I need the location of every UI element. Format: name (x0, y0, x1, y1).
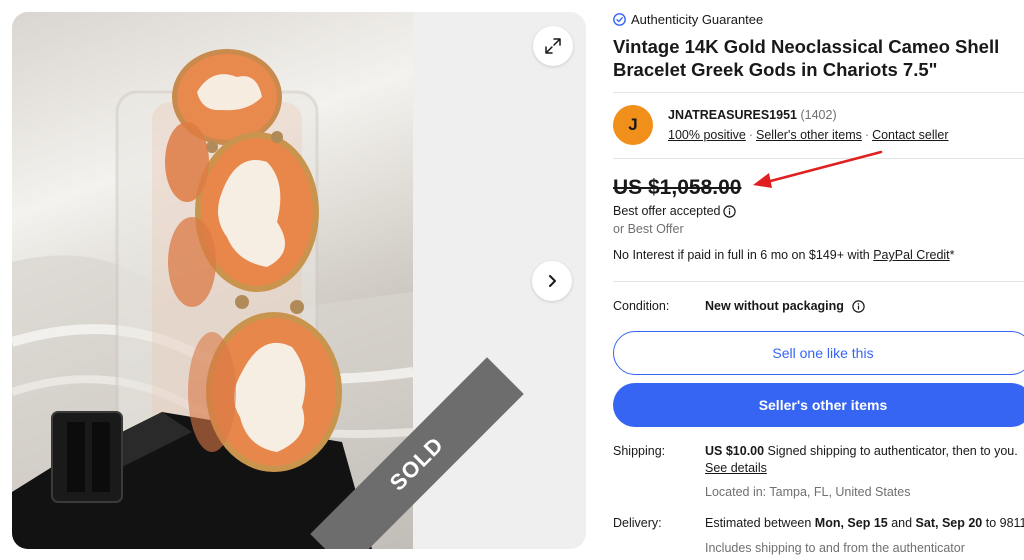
or-best-offer: or Best Offer (613, 222, 684, 236)
contact-seller-link[interactable]: Contact seller (872, 128, 948, 142)
delivery-mid: and (887, 516, 916, 530)
shipping-details: See details (705, 461, 767, 475)
seller-items-label: Seller's other items (758, 397, 888, 413)
seller-other-items-button[interactable]: Seller's other items (613, 383, 1024, 427)
seller-other-items-link[interactable]: Seller's other items (756, 128, 862, 142)
shipping-info: US $10.00 Signed shipping to authenticat… (705, 444, 1018, 458)
image-gallery: SOLD (12, 12, 586, 549)
seller-feedback-count: (1402) (800, 108, 837, 122)
separator: · (748, 128, 753, 142)
sell-one-like-this-button[interactable]: Sell one like this (613, 331, 1024, 375)
seller-card: J JNATREASURES1951 (1402) 100% positive ·… (613, 103, 1024, 147)
sell-one-label: Sell one like this (772, 345, 874, 361)
separator: · (864, 128, 870, 142)
condition-label: Condition: (613, 299, 670, 313)
shipping-label: Shipping: (613, 444, 666, 458)
financing-asterisk: * (949, 248, 955, 262)
divider (613, 92, 1024, 93)
annotation-arrow (753, 150, 883, 188)
delivery-suffix: to 98115 (985, 516, 1024, 530)
delivery-note: Includes shipping to and from the authen… (705, 541, 965, 555)
seller-name[interactable]: JNATREASURES1951 (1402) (668, 108, 837, 122)
info-icon[interactable] (723, 204, 737, 218)
shipping-cost: US $10.00 (705, 444, 765, 458)
delivery-prefix: Estimated between (705, 516, 815, 530)
sold-ribbon-clip: SOLD (12, 12, 586, 549)
condition-text: New without packaging (705, 299, 844, 313)
see-details-link[interactable]: See details (705, 461, 767, 475)
divider (613, 281, 1024, 282)
sold-ribbon: SOLD (310, 357, 524, 549)
seller-positive-link[interactable]: 100% positive (668, 128, 746, 142)
shipping-desc: Signed shipping to authenticator, then t… (764, 444, 1018, 458)
price: US $1,058.00 (613, 176, 742, 199)
seller-links: 100% positive · Seller's other items · Conta… (668, 128, 949, 142)
info-icon[interactable] (852, 299, 865, 313)
best-offer-status: Best offer accepted (613, 204, 737, 218)
listing-title: Vintage 14K Gold Neoclassical Cameo Shel… (613, 36, 1000, 80)
delivery-end: Sat, Sep 20 (915, 516, 983, 530)
item-location: Located in: Tampa, FL, United States (705, 485, 911, 499)
check-badge-icon (613, 13, 626, 26)
paypal-credit-link[interactable]: PayPal Credit (873, 248, 949, 262)
delivery-label: Delivery: (613, 516, 662, 530)
seller-username[interactable]: JNATREASURES1951 (668, 108, 797, 122)
financing-text: No Interest if paid in full in 6 mo on $… (613, 248, 874, 262)
condition-value: New without packaging (705, 299, 865, 313)
authenticity-guarantee[interactable]: Authenticity Guarantee (613, 12, 763, 27)
best-offer-label: Best offer accepted (613, 204, 721, 218)
delivery-start: Mon, Sep 15 (814, 516, 888, 530)
seller-avatar[interactable]: J (613, 105, 653, 145)
delivery-estimate: Estimated between Mon, Sep 15 and Sat, S… (705, 516, 1024, 530)
authenticity-label: Authenticity Guarantee (631, 12, 764, 27)
financing-offer: No Interest if paid in full in 6 mo on $… (613, 248, 955, 262)
